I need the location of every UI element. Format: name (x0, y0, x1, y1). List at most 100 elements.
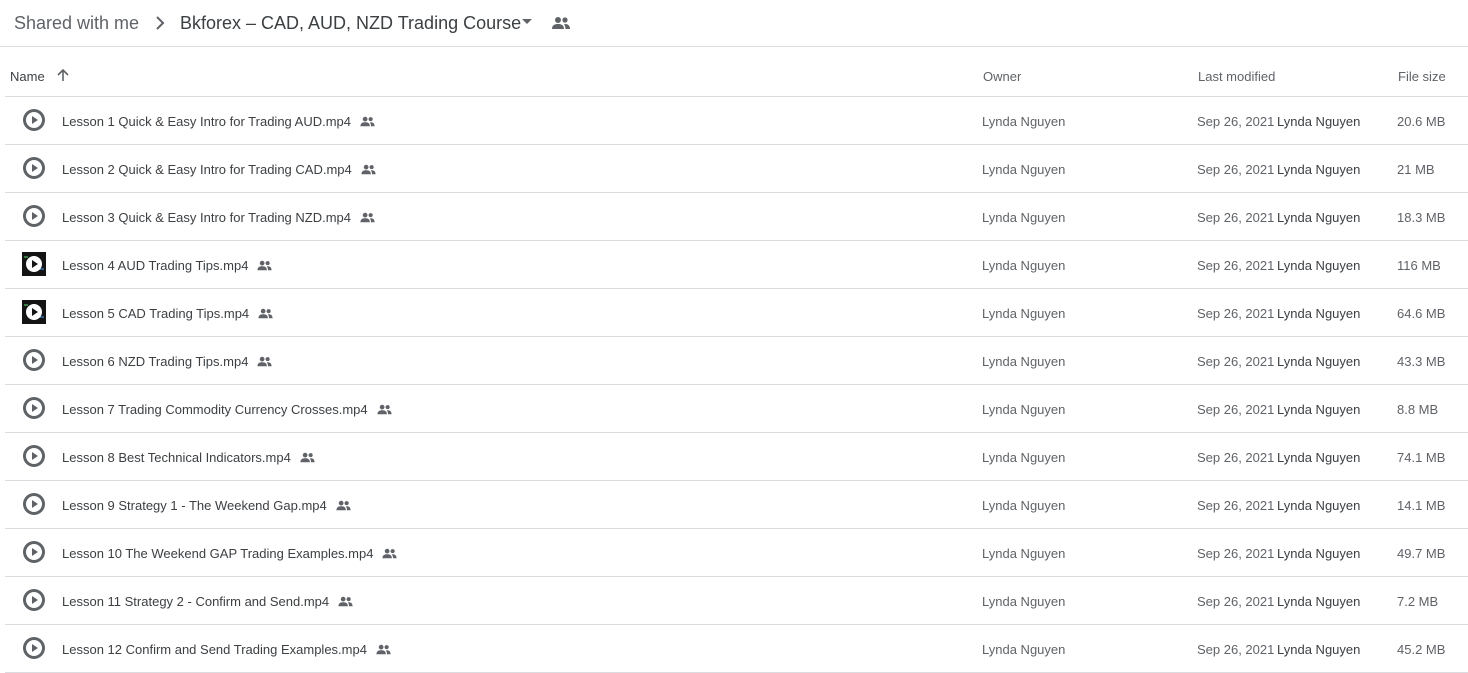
file-size: 116 MB (1397, 258, 1441, 273)
file-name-text: Lesson 1 Quick & Easy Intro for Trading … (62, 114, 352, 129)
table-row[interactable]: Lesson 12 Confirm and Send Trading Examp… (5, 625, 1468, 673)
table-row[interactable]: Lesson 1 Quick & Easy Intro for Trading … (5, 97, 1468, 145)
table-row[interactable]: Lesson 7 Trading Commodity Currency Cros… (5, 385, 1468, 433)
shared-people-icon (376, 644, 391, 655)
file-size: 18.3 MB (1397, 210, 1446, 225)
sort-arrow-up-icon[interactable] (56, 68, 70, 82)
table-row[interactable]: Lesson 8 Best Technical Indicators.mp4 Ly… (5, 433, 1468, 481)
shared-people-icon (361, 164, 376, 175)
file-name-text: Lesson 5 CAD Trading Tips.mp4 (62, 306, 250, 321)
file-name-text: Lesson 7 Trading Commodity Currency Cros… (62, 402, 368, 417)
file-modified-date: Sep 26, 2021 (1197, 210, 1275, 225)
file-modified-date: Sep 26, 2021 (1197, 258, 1275, 273)
file-modified-date: Sep 26, 2021 (1197, 450, 1275, 465)
file-size: 74.1 MB (1397, 450, 1446, 465)
file-name: Lesson 8 Best Technical Indicators.mp4 (62, 450, 316, 465)
shared-people-icon (257, 260, 273, 271)
file-modified-date: Sep 26, 2021 (1197, 498, 1275, 513)
file-owner: Lynda Nguyen (982, 162, 1066, 177)
shared-people-icon (360, 212, 375, 223)
file-modified-by: Lynda Nguyen (1277, 594, 1361, 609)
table-row[interactable]: Lesson 5 CAD Trading Tips.mp4 Lynda Nguye… (5, 289, 1468, 337)
file-modified-by: Lynda Nguyen (1277, 642, 1361, 657)
file-modified-date: Sep 26, 2021 (1197, 114, 1275, 129)
shared-people-icon (377, 404, 392, 415)
file-modified-by: Lynda Nguyen (1277, 450, 1361, 465)
file-owner: Lynda Nguyen (982, 258, 1066, 273)
file-owner: Lynda Nguyen (982, 450, 1066, 465)
file-name: Lesson 5 CAD Trading Tips.mp4 (62, 306, 274, 321)
file-name-text: Lesson 6 NZD Trading Tips.mp4 (62, 354, 249, 369)
table-row[interactable]: Lesson 9 Strategy 1 - The Weekend Gap.mp… (5, 481, 1468, 529)
file-size: 14.1 MB (1397, 498, 1446, 513)
column-header: Name Owner Last modified File size (5, 48, 1468, 97)
shared-people-icon (360, 116, 375, 127)
video-thumbnail-icon (23, 541, 45, 563)
shared-people-icon (257, 356, 272, 367)
video-thumbnail-icon (23, 157, 45, 179)
file-name: Lesson 9 Strategy 1 - The Weekend Gap.mp… (62, 498, 352, 513)
file-name-text: Lesson 10 The Weekend GAP Trading Exampl… (62, 546, 374, 561)
video-thumbnail-icon (23, 109, 45, 131)
table-row[interactable]: Lesson 3 Quick & Easy Intro for Trading … (5, 193, 1468, 241)
column-owner[interactable]: Owner (983, 69, 1021, 84)
table-row[interactable]: Lesson 4 AUD Trading Tips.mp4 Lynda Nguye… (5, 241, 1468, 289)
file-modified-date: Sep 26, 2021 (1197, 546, 1275, 561)
file-owner: Lynda Nguyen (982, 354, 1066, 369)
breadcrumb-current-folder[interactable]: Bkforex – CAD, AUD, NZD Trading Course (180, 12, 521, 34)
file-modified-by: Lynda Nguyen (1277, 546, 1361, 561)
column-file-size[interactable]: File size (1398, 69, 1446, 84)
file-modified-by: Lynda Nguyen (1277, 114, 1361, 129)
file-owner: Lynda Nguyen (982, 642, 1066, 657)
table-row[interactable]: Lesson 6 NZD Trading Tips.mp4 Lynda Nguye… (5, 337, 1468, 385)
shared-people-icon (336, 500, 351, 511)
file-name: Lesson 2 Quick & Easy Intro for Trading … (62, 162, 377, 177)
file-name: Lesson 10 The Weekend GAP Trading Exampl… (62, 546, 398, 561)
file-modified-date: Sep 26, 2021 (1197, 162, 1275, 177)
file-name-text: Lesson 9 Strategy 1 - The Weekend Gap.mp… (62, 498, 327, 513)
video-thumbnail-icon (23, 637, 45, 659)
file-size: 20.6 MB (1397, 114, 1446, 129)
file-name: Lesson 7 Trading Commodity Currency Cros… (62, 402, 393, 417)
file-modified-by: Lynda Nguyen (1277, 258, 1361, 273)
chevron-right-icon (156, 16, 165, 30)
file-size: 64.6 MB (1397, 306, 1446, 321)
file-name: Lesson 3 Quick & Easy Intro for Trading … (62, 210, 376, 225)
file-owner: Lynda Nguyen (982, 546, 1066, 561)
file-name: Lesson 12 Confirm and Send Trading Examp… (62, 642, 392, 657)
table-row[interactable]: Lesson 2 Quick & Easy Intro for Trading … (5, 145, 1468, 193)
column-name[interactable]: Name (10, 69, 45, 84)
file-modified-date: Sep 26, 2021 (1197, 594, 1275, 609)
breadcrumb-shared-with-me[interactable]: Shared with me (14, 12, 139, 34)
shared-people-icon[interactable] (551, 16, 571, 30)
file-name: Lesson 6 NZD Trading Tips.mp4 (62, 354, 273, 369)
file-size: 45.2 MB (1397, 642, 1446, 657)
file-name: Lesson 4 AUD Trading Tips.mp4 (62, 258, 273, 273)
shared-people-icon (258, 308, 273, 319)
file-modified-date: Sep 26, 2021 (1197, 642, 1275, 657)
video-thumbnail-icon (23, 445, 45, 467)
shared-people-icon (382, 548, 398, 559)
file-name-text: Lesson 4 AUD Trading Tips.mp4 (62, 258, 249, 273)
file-size: 7.2 MB (1397, 594, 1439, 609)
file-modified-date: Sep 26, 2021 (1197, 306, 1275, 321)
table-row[interactable]: Lesson 11 Strategy 2 - Confirm and Send.… (5, 577, 1468, 625)
file-name-text: Lesson 11 Strategy 2 - Confirm and Send.… (62, 594, 330, 609)
video-thumbnail-icon (23, 349, 45, 371)
file-owner: Lynda Nguyen (982, 594, 1066, 609)
shared-people-icon (300, 452, 315, 463)
column-last-modified[interactable]: Last modified (1198, 69, 1275, 84)
file-name-text: Lesson 3 Quick & Easy Intro for Trading … (62, 210, 352, 225)
file-modified-by: Lynda Nguyen (1277, 306, 1361, 321)
file-modified-by: Lynda Nguyen (1277, 210, 1361, 225)
file-modified-by: Lynda Nguyen (1277, 354, 1361, 369)
file-list: Lesson 1 Quick & Easy Intro for Trading … (5, 97, 1468, 673)
table-row[interactable]: Lesson 10 The Weekend GAP Trading Exampl… (5, 529, 1468, 577)
file-name-text: Lesson 2 Quick & Easy Intro for Trading … (62, 162, 352, 177)
video-thumbnail-icon (23, 589, 45, 611)
file-name: Lesson 11 Strategy 2 - Confirm and Send.… (62, 594, 354, 609)
breadcrumb: Shared with me Bkforex – CAD, AUD, NZD T… (0, 0, 1468, 47)
caret-down-icon[interactable] (521, 18, 533, 26)
file-modified-by: Lynda Nguyen (1277, 498, 1361, 513)
file-modified-date: Sep 26, 2021 (1197, 402, 1275, 417)
